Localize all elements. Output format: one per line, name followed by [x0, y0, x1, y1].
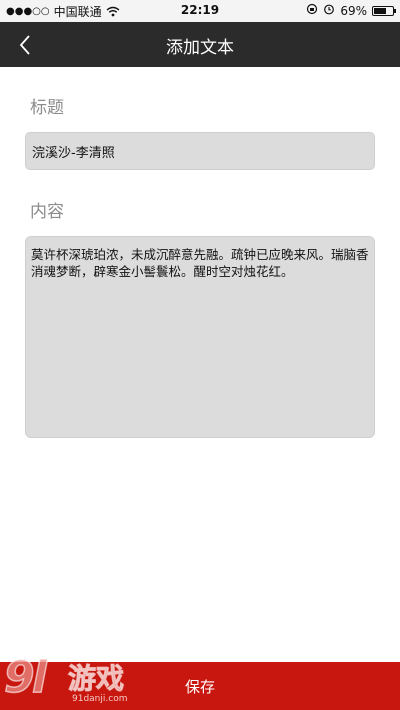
- title-input[interactable]: [25, 132, 375, 170]
- chevron-left-icon: [19, 35, 30, 55]
- alarm-icon: [323, 3, 335, 18]
- status-right: 69%: [306, 3, 396, 18]
- back-button[interactable]: [8, 28, 42, 62]
- nav-bar: 添加文本: [0, 22, 400, 67]
- orientation-lock-icon: [306, 3, 318, 18]
- add-text-screen: ●●●○○ 中国联通 22:19 69% 添加文本 标题 浣溪沙-李清照 内容 …: [0, 0, 400, 710]
- content-label: 内容: [30, 202, 64, 222]
- battery-icon: [372, 5, 396, 16]
- save-button[interactable]: 保存: [0, 662, 400, 710]
- page-title: 添加文本: [166, 38, 234, 58]
- battery-level: [374, 7, 386, 14]
- content-textarea[interactable]: [25, 236, 375, 438]
- battery-percent: 69%: [340, 3, 367, 18]
- title-label: 标题: [30, 98, 64, 118]
- status-bar: ●●●○○ 中国联通 22:19 69%: [0, 0, 400, 22]
